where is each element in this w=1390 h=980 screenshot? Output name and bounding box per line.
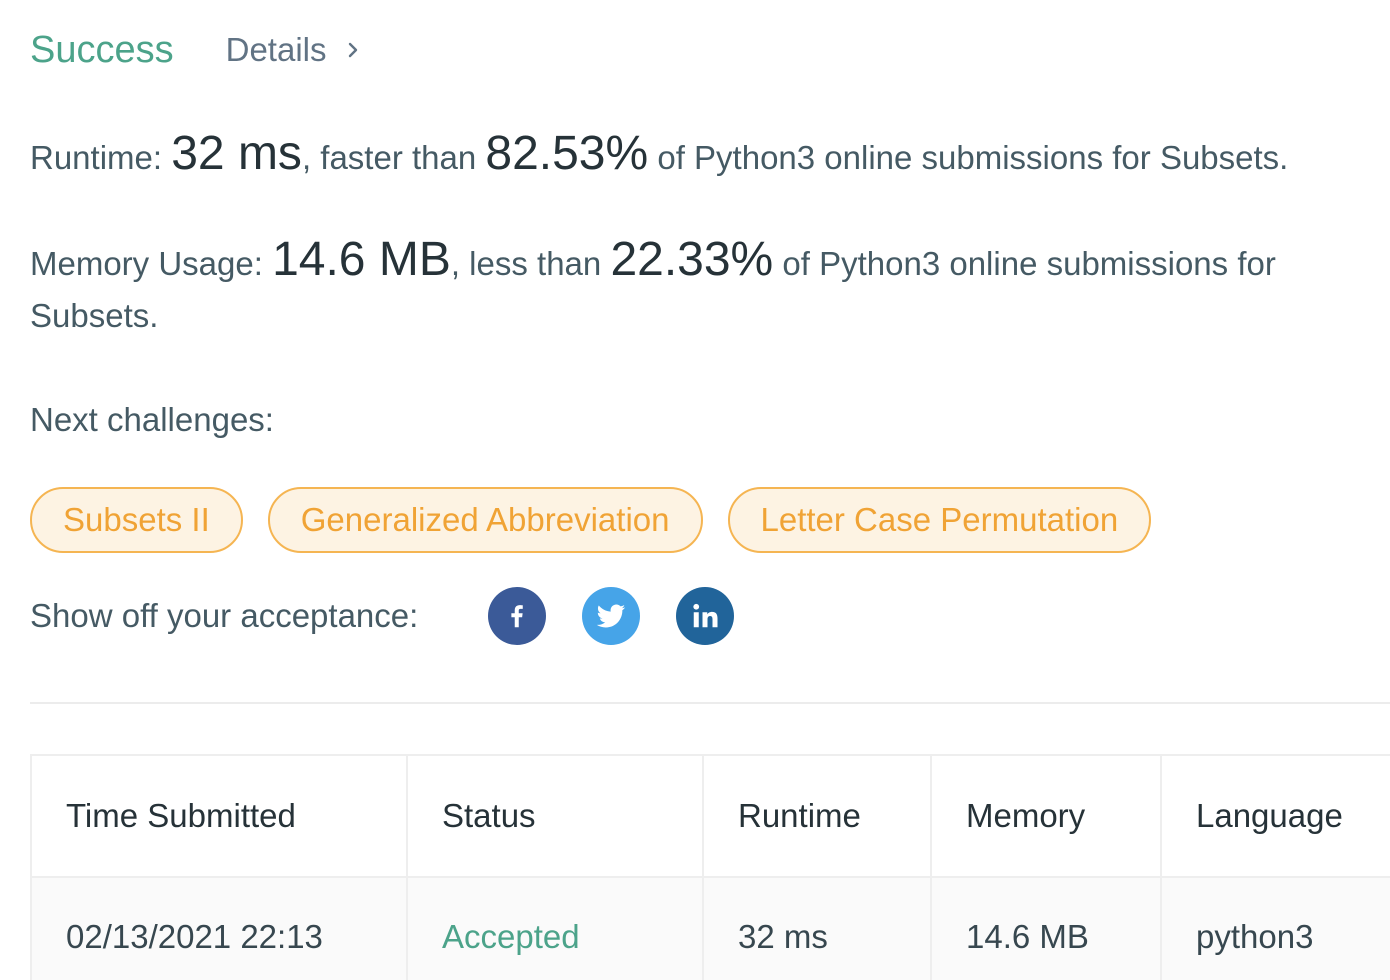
- runtime-percent: 82.53%: [485, 127, 649, 180]
- cell-language: python3: [1160, 876, 1390, 980]
- memory-summary: Memory Usage: 14.6 MB, less than 22.33% …: [30, 234, 1370, 342]
- memory-percent: 22.33%: [610, 233, 774, 286]
- column-header-status: Status: [406, 754, 704, 878]
- column-header-time-submitted: Time Submitted: [30, 754, 408, 878]
- next-challenges-list: Subsets II Generalized Abbreviation Lett…: [30, 487, 1152, 553]
- table-header-row: Time Submitted Status Runtime Memory Lan…: [30, 754, 1390, 878]
- runtime-value: 32 ms: [171, 127, 302, 180]
- status-title: Success: [30, 28, 174, 71]
- runtime-tail-text: of Python3 online submissions for Subset…: [648, 139, 1289, 176]
- column-header-memory: Memory: [930, 754, 1162, 878]
- facebook-share-button[interactable]: [488, 587, 547, 645]
- column-header-language: Language: [1160, 754, 1390, 878]
- chevron-right-icon: [348, 42, 357, 58]
- challenge-chip-generalized-abbreviation[interactable]: Generalized Abbreviation: [267, 487, 703, 553]
- submissions-table: Time Submitted Status Runtime Memory Lan…: [30, 754, 1390, 980]
- challenge-chip-letter-case-permutation[interactable]: Letter Case Permutation: [727, 487, 1152, 553]
- memory-mid-text: , less than: [450, 245, 611, 282]
- result-header: Success Details: [30, 22, 363, 78]
- next-challenges-label: Next challenges:: [30, 401, 274, 438]
- linkedin-icon: [693, 603, 718, 628]
- cell-memory: 14.6 MB: [930, 876, 1162, 980]
- details-link[interactable]: Details: [226, 31, 363, 69]
- details-label: Details: [225, 31, 327, 68]
- share-label: Show off your acceptance:: [30, 597, 419, 634]
- runtime-label: Runtime:: [30, 139, 172, 176]
- runtime-summary: Runtime: 32 ms, faster than 82.53% of Py…: [30, 126, 1288, 181]
- social-share-buttons: [488, 587, 735, 645]
- challenge-chip-subsets-ii[interactable]: Subsets II: [30, 487, 243, 553]
- twitter-icon: [597, 604, 626, 628]
- memory-label: Memory Usage:: [30, 245, 273, 282]
- cell-status-link[interactable]: Accepted: [406, 876, 704, 980]
- cell-time-submitted: 02/13/2021 22:13: [30, 876, 408, 980]
- linkedin-share-button[interactable]: [676, 587, 735, 645]
- table-row: 02/13/2021 22:13 Accepted 32 ms 14.6 MB …: [30, 876, 1390, 980]
- memory-value: 14.6 MB: [272, 233, 451, 286]
- submission-result-page: Success Details Runtime: 32 ms, faster t…: [0, 0, 1390, 980]
- share-row: Show off your acceptance:: [30, 586, 735, 646]
- column-header-runtime: Runtime: [702, 754, 932, 878]
- facebook-icon: [511, 605, 524, 628]
- cell-runtime: 32 ms: [702, 876, 932, 980]
- runtime-mid-text: , faster than: [301, 139, 486, 176]
- section-divider: [30, 702, 1390, 704]
- twitter-share-button[interactable]: [582, 587, 641, 645]
